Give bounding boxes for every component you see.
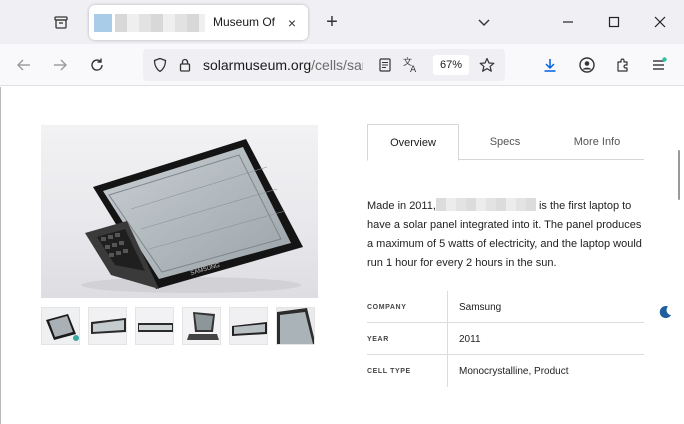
tab-title: Museum Of <box>213 15 276 29</box>
site-favicon-icon <box>94 14 112 32</box>
product-main-image[interactable]: SAMSUNG <box>41 125 318 298</box>
thumbnail-3[interactable] <box>135 307 174 345</box>
reload-button[interactable] <box>84 52 110 78</box>
spec-row: YEAR 2011 <box>367 323 644 355</box>
thumbnail-1[interactable] <box>41 307 80 345</box>
url-text[interactable]: solarmuseum.org/cells/sam <box>203 57 363 73</box>
thumbnail-strip <box>41 307 318 345</box>
spec-key: CELL TYPE <box>367 355 448 387</box>
minimize-icon <box>563 21 573 23</box>
navigation-toolbar: solarmuseum.org/cells/sam 文 A 67% <box>0 44 684 86</box>
bookmark-star-icon[interactable] <box>478 56 496 74</box>
page-scrollbar[interactable] <box>678 150 680 200</box>
forward-button[interactable] <box>47 52 73 78</box>
thumbnail-4[interactable] <box>182 307 221 345</box>
extensions-button[interactable] <box>610 52 636 78</box>
spec-value: Samsung <box>459 301 502 313</box>
reload-icon <box>91 58 103 71</box>
arrow-left-icon <box>17 59 30 71</box>
maximize-button[interactable] <box>602 10 626 34</box>
spec-table: COMPANY Samsung YEAR 2011 CELL TYPE Mono… <box>367 291 644 387</box>
laptop-image: SAMSUNG <box>81 139 303 293</box>
downloads-button[interactable] <box>537 52 563 78</box>
tab-specs[interactable]: Specs <box>459 124 551 160</box>
thumbnail-6[interactable] <box>276 307 315 345</box>
translate-icon[interactable]: 文 A <box>402 56 420 74</box>
thumbnail-2[interactable] <box>88 307 127 345</box>
tab-more-info[interactable]: More Info <box>551 124 643 160</box>
close-window-button[interactable] <box>648 10 672 34</box>
zoom-level-button[interactable]: 67% <box>433 55 469 75</box>
firefox-view-icon <box>54 16 68 29</box>
tab-title-redacted <box>115 14 205 32</box>
tab-overview[interactable]: Overview <box>367 124 459 161</box>
thumbnail-5[interactable] <box>229 307 268 345</box>
arrow-right-icon <box>54 59 67 71</box>
new-tab-button[interactable]: + <box>320 10 344 34</box>
tracking-protection-shield-icon[interactable] <box>151 56 169 74</box>
close-icon <box>654 16 666 28</box>
app-menu-button[interactable] <box>646 52 672 78</box>
hamburger-menu-icon <box>653 57 667 70</box>
firefox-view-button[interactable] <box>48 10 74 34</box>
redacted-product-name <box>435 198 536 211</box>
account-button[interactable] <box>574 52 600 78</box>
svg-text:A: A <box>410 65 417 74</box>
download-icon <box>544 59 556 72</box>
account-icon <box>579 57 595 73</box>
spec-value: Monocrystalline, Product <box>459 365 569 377</box>
product-tabs: Overview Specs More Info <box>367 124 644 161</box>
maximize-icon <box>608 16 620 28</box>
page-content: SAMSUNG Overview Specs More Info Made in… <box>0 87 684 424</box>
lock-icon[interactable] <box>176 56 194 74</box>
url-path: /cells/sam <box>311 57 363 73</box>
spec-value: 2011 <box>459 333 481 345</box>
tab-active[interactable]: Museum Of × <box>89 5 308 40</box>
dark-mode-toggle[interactable] <box>657 304 673 320</box>
puzzle-piece-icon <box>617 58 628 72</box>
url-host: solarmuseum.org <box>203 57 312 73</box>
browser-window: Museum Of × + solarmuseum.org/cells/sa 文… <box>0 0 684 424</box>
back-button[interactable] <box>11 52 37 78</box>
tab-list-dropdown-button[interactable] <box>472 10 496 34</box>
spec-row: CELL TYPE Monocrystalline, Product <box>367 355 644 387</box>
spec-key: YEAR <box>367 323 448 355</box>
moon-icon <box>659 306 671 319</box>
description-start: Made in 2011, <box>367 200 436 212</box>
spec-row: COMPANY Samsung <box>367 291 644 323</box>
reader-view-icon[interactable] <box>376 56 394 74</box>
minimize-button[interactable] <box>556 10 580 34</box>
chevron-down-icon <box>478 19 490 26</box>
spec-key: COMPANY <box>367 291 448 323</box>
product-description: Made in 2011, is the first laptop to hav… <box>367 197 649 273</box>
address-bar[interactable]: solarmuseum.org/cells/sam 文 A 67% <box>143 49 505 81</box>
tab-strip: Museum Of × + <box>0 0 684 44</box>
tab-close-icon[interactable]: × <box>283 14 301 32</box>
